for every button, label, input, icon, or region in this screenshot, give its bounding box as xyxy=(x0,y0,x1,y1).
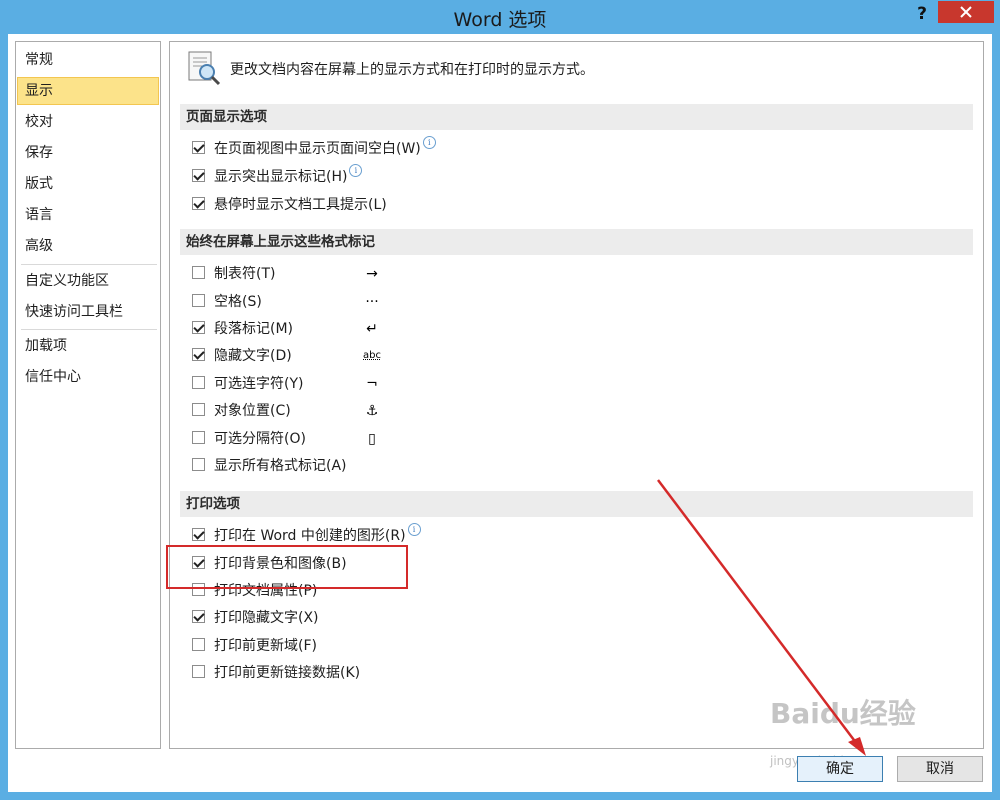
option-label: 打印隐藏文字(X) xyxy=(214,610,319,626)
info-icon: i xyxy=(349,164,363,177)
window-title: Word 选项 xyxy=(453,9,547,31)
help-button[interactable]: ? xyxy=(912,4,932,26)
annotation-highlight-box xyxy=(166,545,408,589)
nav-item-language[interactable]: 语言 xyxy=(17,201,159,229)
dialog-body: 常规 显示 校对 保存 版式 语言 高级 自定义功能区 快速访问工具栏 加载项 … xyxy=(8,34,992,792)
option-label: 空格(S) xyxy=(214,294,262,310)
cancel-button[interactable]: 取消 xyxy=(897,756,983,782)
checkbox[interactable] xyxy=(192,141,205,154)
nav-item-proofing[interactable]: 校对 xyxy=(17,108,159,136)
watermark-brand: Baidu经验 xyxy=(770,697,916,730)
option-label: 可选分隔符(O) xyxy=(214,431,306,447)
checkbox[interactable] xyxy=(192,638,205,651)
close-button[interactable] xyxy=(938,1,994,23)
section-header-format-marks: 始终在屏幕上显示这些格式标记 xyxy=(180,229,973,255)
option-label: 打印在 Word 中创建的图形(R) xyxy=(214,528,406,544)
checkbox[interactable] xyxy=(192,321,205,334)
nav-divider xyxy=(21,264,157,265)
category-nav: 常规 显示 校对 保存 版式 语言 高级 自定义功能区 快速访问工具栏 加载项 … xyxy=(15,41,161,749)
checkbox[interactable] xyxy=(192,376,205,389)
display-options-panel: 更改文档内容在屏幕上的显示方式和在打印时的显示方式。 页面显示选项 在页面视图中… xyxy=(169,41,984,749)
tab-mark-icon: → xyxy=(366,266,378,282)
checkbox[interactable] xyxy=(192,528,205,541)
checkbox[interactable] xyxy=(192,665,205,678)
checkbox[interactable] xyxy=(192,458,205,471)
hidden-text-mark-icon: abc xyxy=(363,350,381,361)
nav-item-layout[interactable]: 版式 xyxy=(17,170,159,198)
document-magnifier-icon xyxy=(188,51,221,86)
page-description: 更改文档内容在屏幕上的显示方式和在打印时的显示方式。 xyxy=(230,62,594,78)
option-label: 可选连字符(Y) xyxy=(214,376,304,392)
nav-item-trust-center[interactable]: 信任中心 xyxy=(17,363,159,391)
info-icon: i xyxy=(422,136,436,149)
checkbox[interactable] xyxy=(192,169,205,182)
nav-item-general[interactable]: 常规 xyxy=(17,46,159,74)
nav-item-save[interactable]: 保存 xyxy=(17,139,159,167)
nav-item-display[interactable]: 显示 xyxy=(17,77,159,105)
title-bar: Word 选项 ? xyxy=(0,0,1000,34)
checkbox[interactable] xyxy=(192,266,205,279)
checkbox[interactable] xyxy=(192,610,205,623)
optional-break-mark-icon: ▯ xyxy=(368,431,376,447)
option-label: 段落标记(M) xyxy=(214,321,294,337)
info-icon: i xyxy=(407,523,421,536)
ok-button[interactable]: 确定 xyxy=(797,756,883,782)
nav-divider xyxy=(21,329,157,330)
space-mark-icon: ··· xyxy=(365,294,379,310)
checkbox[interactable] xyxy=(192,431,205,444)
nav-item-quick-access-toolbar[interactable]: 快速访问工具栏 xyxy=(17,298,159,326)
option-label: 在页面视图中显示页面间空白(W) xyxy=(214,141,421,157)
paragraph-mark-icon: ↵ xyxy=(366,321,378,337)
option-label: 打印前更新域(F) xyxy=(214,638,317,654)
nav-item-customize-ribbon[interactable]: 自定义功能区 xyxy=(17,267,159,295)
checkbox[interactable] xyxy=(192,294,205,307)
checkbox[interactable] xyxy=(192,348,205,361)
option-label: 隐藏文字(D) xyxy=(214,348,292,364)
section-header-page-display: 页面显示选项 xyxy=(180,104,973,130)
section-header-print: 打印选项 xyxy=(180,491,973,517)
option-label: 打印前更新链接数据(K) xyxy=(214,665,361,681)
option-label: 显示所有格式标记(A) xyxy=(214,458,347,474)
close-icon xyxy=(960,6,972,18)
optional-hyphen-mark-icon: ¬ xyxy=(366,376,378,392)
option-label: 显示突出显示标记(H) xyxy=(214,169,348,185)
option-label: 制表符(T) xyxy=(214,266,276,282)
anchor-icon: ⚓ xyxy=(365,403,379,419)
word-options-dialog: Word 选项 ? 常规 显示 校对 保存 版式 语言 高级 自定义功能区 快速… xyxy=(0,0,1000,800)
nav-item-advanced[interactable]: 高级 xyxy=(17,232,159,260)
option-label: 对象位置(C) xyxy=(214,403,291,419)
option-label: 悬停时显示文档工具提示(L) xyxy=(214,197,387,213)
checkbox[interactable] xyxy=(192,197,205,210)
nav-item-add-ins[interactable]: 加载项 xyxy=(17,332,159,360)
checkbox[interactable] xyxy=(192,403,205,416)
